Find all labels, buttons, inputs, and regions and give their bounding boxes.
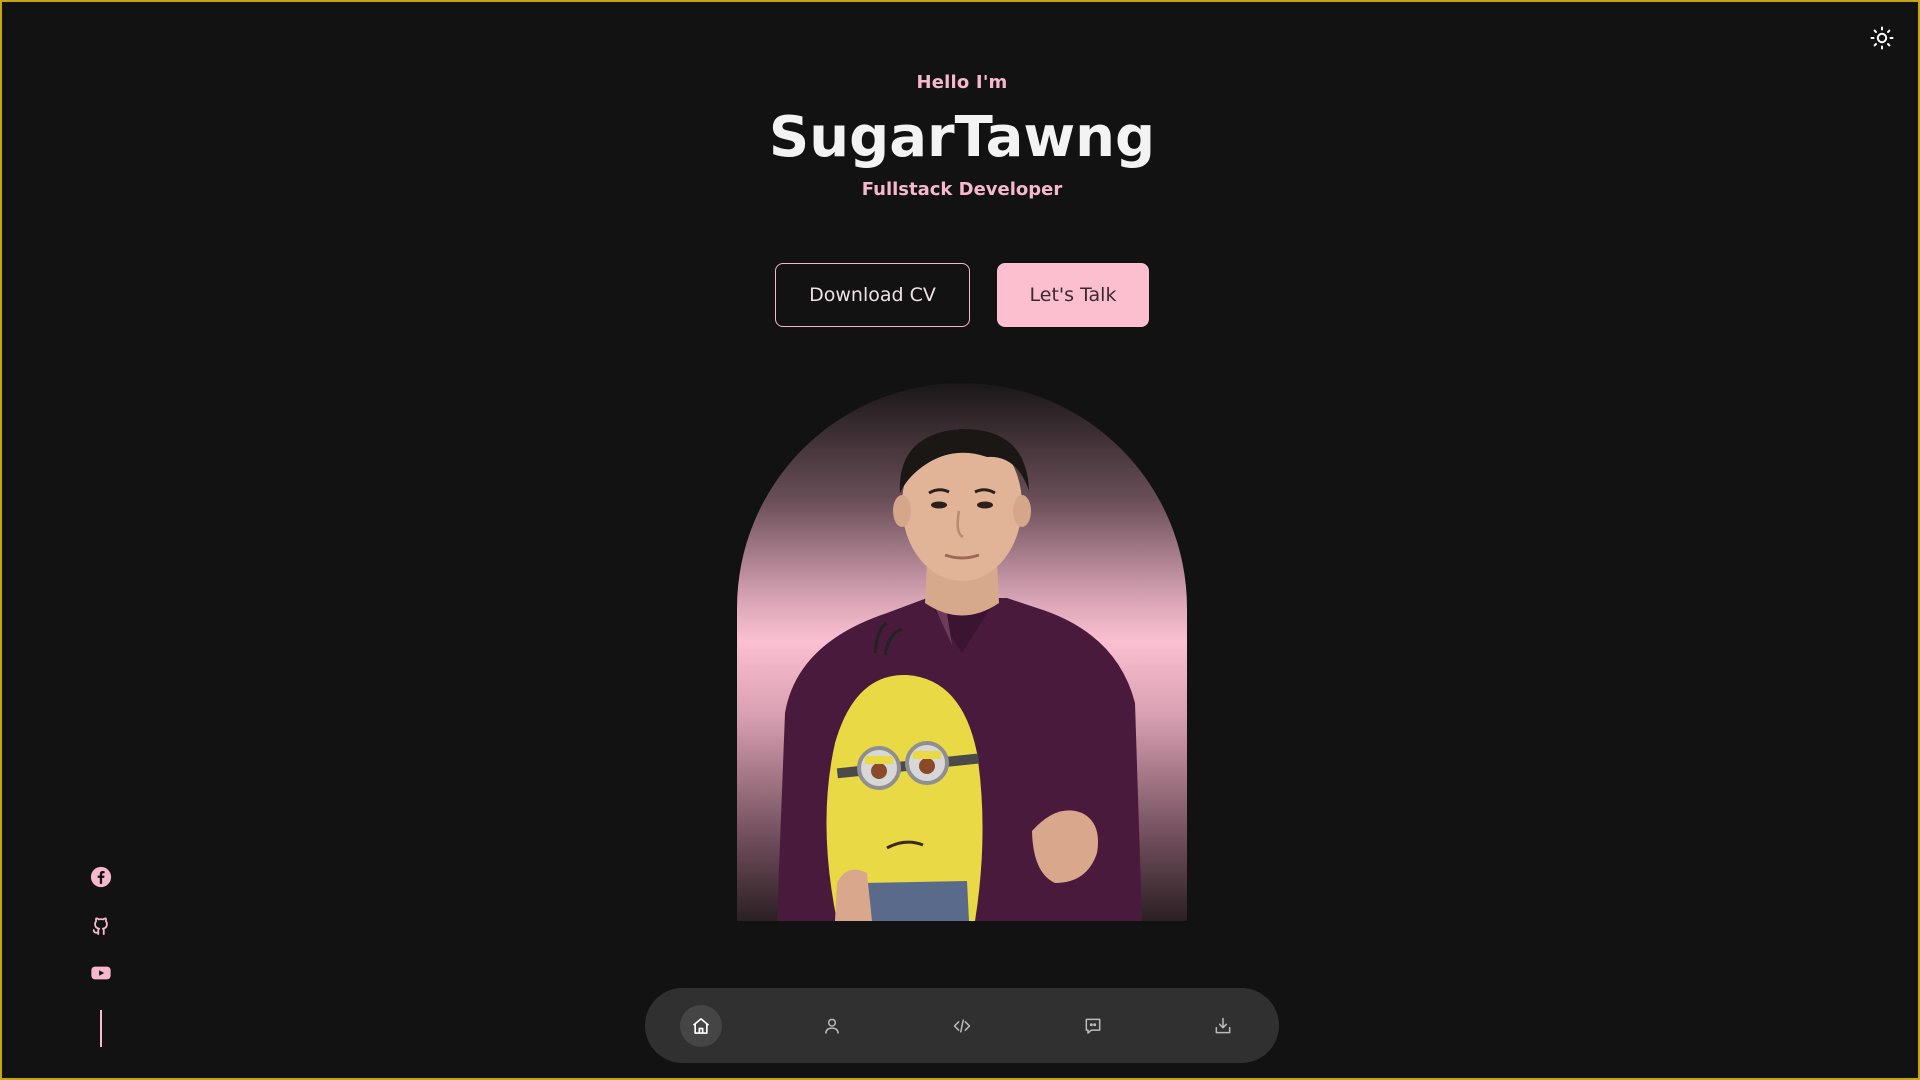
greeting-text: Hello I'm xyxy=(916,72,1008,93)
youtube-icon xyxy=(91,966,111,980)
nav-download[interactable] xyxy=(1202,1005,1244,1047)
hero-header: Hello I'm SugarTawng Fullstack Developer xyxy=(2,72,1920,200)
download-icon xyxy=(1215,1017,1231,1033)
code-icon xyxy=(953,1018,971,1033)
facebook-icon xyxy=(90,866,112,888)
role-text: Fullstack Developer xyxy=(861,178,1063,200)
theme-toggle-button[interactable] xyxy=(1868,24,1896,52)
sun-icon xyxy=(1870,26,1894,50)
nav-projects[interactable] xyxy=(941,1005,983,1047)
home-icon xyxy=(692,1017,710,1034)
github-link[interactable] xyxy=(90,914,112,936)
nav-about[interactable] xyxy=(811,1005,853,1047)
social-links xyxy=(90,866,112,984)
lets-talk-button[interactable]: Let's Talk xyxy=(997,263,1149,327)
profile-photo xyxy=(737,383,1187,921)
nav-home[interactable] xyxy=(680,1004,722,1047)
youtube-link[interactable] xyxy=(90,962,112,984)
social-divider-line xyxy=(100,1010,102,1047)
download-cv-button[interactable]: Download CV xyxy=(775,263,970,327)
profile-photo-illustration xyxy=(777,428,1142,921)
bottom-nav xyxy=(645,988,1279,1063)
nav-contact[interactable] xyxy=(1072,1005,1114,1047)
facebook-link[interactable] xyxy=(90,866,112,888)
page-frame: Hello I'm SugarTawng Fullstack Developer… xyxy=(0,0,1920,1080)
github-icon xyxy=(92,917,108,936)
chat-icon xyxy=(1085,1018,1100,1034)
user-icon xyxy=(824,1018,839,1034)
hero-name: SugarTawng xyxy=(768,105,1156,170)
cta-buttons: Download CV Let's Talk xyxy=(2,263,1920,327)
